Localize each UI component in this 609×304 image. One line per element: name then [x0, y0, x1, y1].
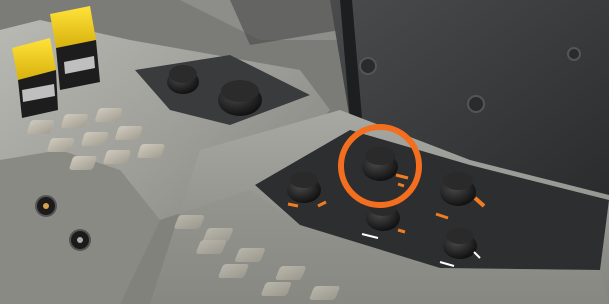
- side-button-bottom-indicator: [77, 237, 83, 243]
- tractor-console-photo: [0, 0, 609, 304]
- left-button-1[interactable]: [26, 120, 55, 134]
- left-button-2[interactable]: [60, 114, 89, 128]
- left-button-8[interactable]: [103, 150, 132, 164]
- left-button-4[interactable]: [47, 138, 76, 152]
- lid-screw-3: [567, 47, 581, 61]
- left-button-7[interactable]: [69, 156, 98, 170]
- lid-screw-2: [467, 95, 485, 113]
- lid-screw-1: [359, 57, 377, 75]
- console-illustration: [0, 0, 609, 304]
- upper-knob-right-top: [221, 80, 259, 102]
- left-button-3[interactable]: [94, 108, 123, 122]
- left-button-6[interactable]: [115, 126, 144, 140]
- side-button-top-indicator: [43, 203, 49, 209]
- left-button-5[interactable]: [81, 132, 110, 146]
- left-button-9[interactable]: [137, 144, 166, 158]
- upper-knob-left-top: [169, 65, 197, 83]
